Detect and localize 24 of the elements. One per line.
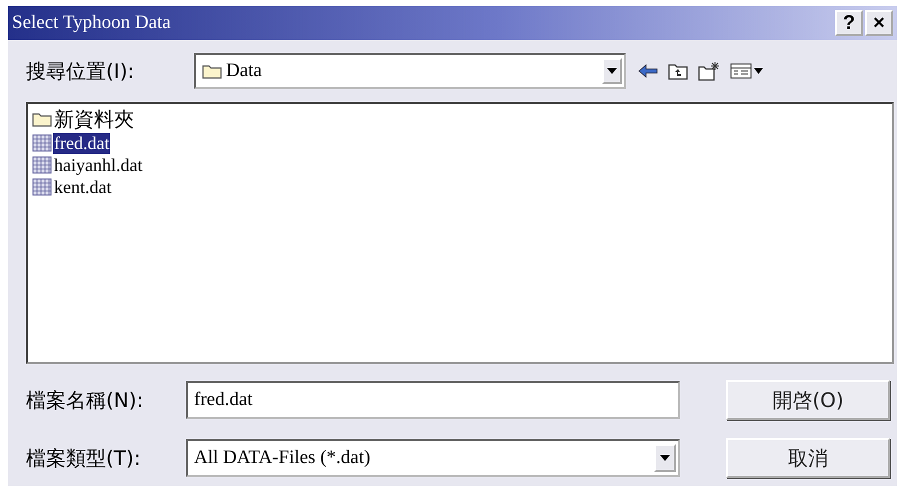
file-name-label: 檔案名稱(N): [26,386,144,414]
file-type-label: 檔案類型(T): [26,444,142,472]
close-button[interactable]: × [865,10,893,36]
folder-icon [202,63,222,79]
file-item[interactable]: fred.dat [53,132,110,154]
back-arrow-icon[interactable] [638,64,658,78]
grid-file-icon [32,134,52,152]
file-item[interactable]: haiyanhl.dat [53,154,144,176]
look-in-label: 搜尋位置(I): [26,58,136,84]
file-item[interactable]: 新資料夾 [53,106,135,132]
file-name-field[interactable]: fred.dat [186,381,680,419]
window-title: Select Typhoon Data [12,12,172,34]
folder-icon [32,111,52,127]
file-type-dropdown[interactable]: All DATA-Files (*.dat) [186,439,680,477]
grid-file-icon [32,178,52,196]
cancel-button[interactable]: 取消 [726,438,890,478]
new-folder-icon[interactable] [698,61,720,81]
open-button[interactable]: 開啓(O) [726,380,890,420]
file-item[interactable]: kent.dat [53,176,112,198]
grid-file-icon [32,156,52,174]
view-menu-icon[interactable] [730,63,764,79]
up-folder-icon[interactable] [668,62,688,80]
look-in-dropdown[interactable]: Data [194,53,626,89]
help-button[interactable]: ? [835,10,863,36]
